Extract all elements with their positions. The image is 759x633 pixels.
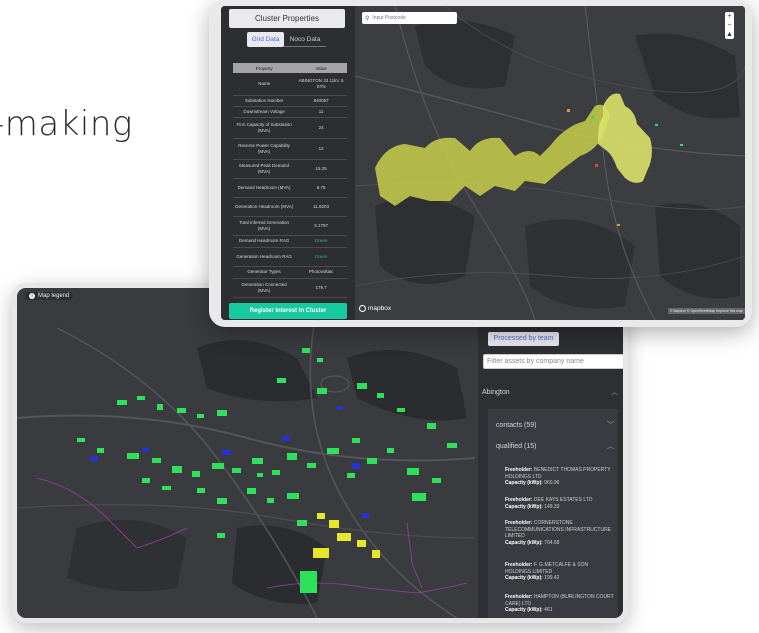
mapbox-label: mapbox [368, 305, 392, 312]
cluster-properties-panel: Cluster Properties Grid Data Noco Data P… [221, 6, 355, 320]
list-item: Freeholder: BENEDICT THOMAS PROPERTY HOL… [505, 467, 611, 486]
accordion-qualified[interactable]: qualified (15) ︿ [496, 437, 614, 455]
data-tabs: Grid Data Noco Data [247, 32, 326, 47]
postcode-input[interactable] [372, 15, 453, 21]
3d-building-map[interactable] [17, 288, 475, 618]
table-row: Demand Headroom (MVA) 8.75 [233, 178, 347, 198]
column-header-value: Value [295, 63, 347, 73]
zoom-controls: + − ▲ [725, 12, 734, 39]
table-row: Total Inferred Generation (MVA) 5.1797 [233, 216, 347, 236]
postcode-search[interactable]: ⚲ [362, 12, 457, 24]
info-icon: i [29, 293, 35, 299]
tab-grid-data[interactable]: Grid Data [247, 32, 284, 47]
tablet-2d-screen: Cluster Properties Grid Data Noco Data P… [221, 6, 745, 320]
chevron-up-icon: ︿ [611, 389, 618, 396]
chevron-up-icon: ︿ [607, 443, 614, 450]
table-row: Downstream Voltage 11 [233, 106, 347, 118]
table-row: Measured Peak Demand (MVA) 15.25 [233, 159, 347, 179]
panel-title: Cluster Properties [229, 9, 345, 28]
marketing-composition: -making i Map legend Processed by team F… [0, 0, 759, 633]
accordion-contacts[interactable]: contacts (59) ﹀ [496, 416, 614, 434]
table-row: Name ABINGTON 33 11kV S STN [233, 73, 347, 96]
qualified-label: qualified (15) [496, 442, 537, 450]
headline-text: -making [0, 104, 133, 144]
2d-map[interactable] [355, 6, 745, 320]
search-icon: ⚲ [365, 15, 370, 22]
mapbox-icon [359, 305, 366, 312]
list-item: Freeholder: CORNERSTONE TELECOMMUNICATIO… [505, 520, 612, 546]
zoom-out-button[interactable]: − [727, 21, 731, 30]
list-item: Freeholder: F. G METCALFE & SON HOLDINGS… [505, 562, 589, 581]
mapbox-logo: mapbox [359, 305, 391, 312]
tab-noco-data[interactable]: Noco Data [284, 32, 326, 47]
table-header-row: Property Value [233, 63, 347, 73]
group-label: Abington [482, 388, 510, 396]
list-item: Freeholder: DEE KAYS ESTATES LTD Capacit… [505, 497, 593, 510]
tablet-2d-view: Cluster Properties Grid Data Noco Data P… [209, 0, 752, 327]
table-row: Firm Capacity of Substation (MVA) 24 [233, 117, 347, 139]
tab-processed-by-team[interactable]: Processed by team [488, 332, 559, 346]
group-row-abington[interactable]: Abington ︿ [478, 382, 623, 402]
map-legend-button[interactable]: i Map legend [25, 292, 74, 300]
zoom-in-button[interactable]: + [727, 12, 731, 21]
tablet-3d-view: i Map legend Processed by team Abington … [12, 283, 628, 623]
map-legend-label: Map legend [38, 293, 70, 299]
table-row: Substation Number 940057 [233, 95, 347, 107]
column-header-property: Property [233, 63, 296, 73]
table-row: Generation Headroom (MVA) 11.8203 [233, 197, 347, 217]
table-row: Generation Connected (MVA) 179.7 [233, 278, 347, 298]
compass-icon[interactable]: ▲ [726, 30, 733, 39]
contacts-label: contacts (59) [496, 421, 537, 429]
map-attribution[interactable]: © Mapbox © OpenStreetMap Improve this ma… [667, 308, 745, 314]
filter-assets-input[interactable] [483, 354, 623, 369]
register-interest-button[interactable]: Register Interest in Cluster [229, 303, 347, 319]
table-row: Generation Headroom RAG Green [233, 247, 347, 267]
list-item: Freeholder: HAMPTON (BURLINGTON COURT CA… [505, 594, 614, 613]
table-row: Demand Headroom RAG Green [233, 235, 347, 248]
table-row: Reverse Power Capability (MVA) 12 [233, 138, 347, 160]
tablet-3d-screen: i Map legend Processed by team Abington … [17, 288, 623, 618]
table-row: Generator Types Photovoltaic [233, 266, 347, 279]
grid-data-table: Property Value Name ABINGTON 33 11kV S ST… [233, 63, 347, 298]
chevron-down-icon: ﹀ [607, 422, 614, 429]
